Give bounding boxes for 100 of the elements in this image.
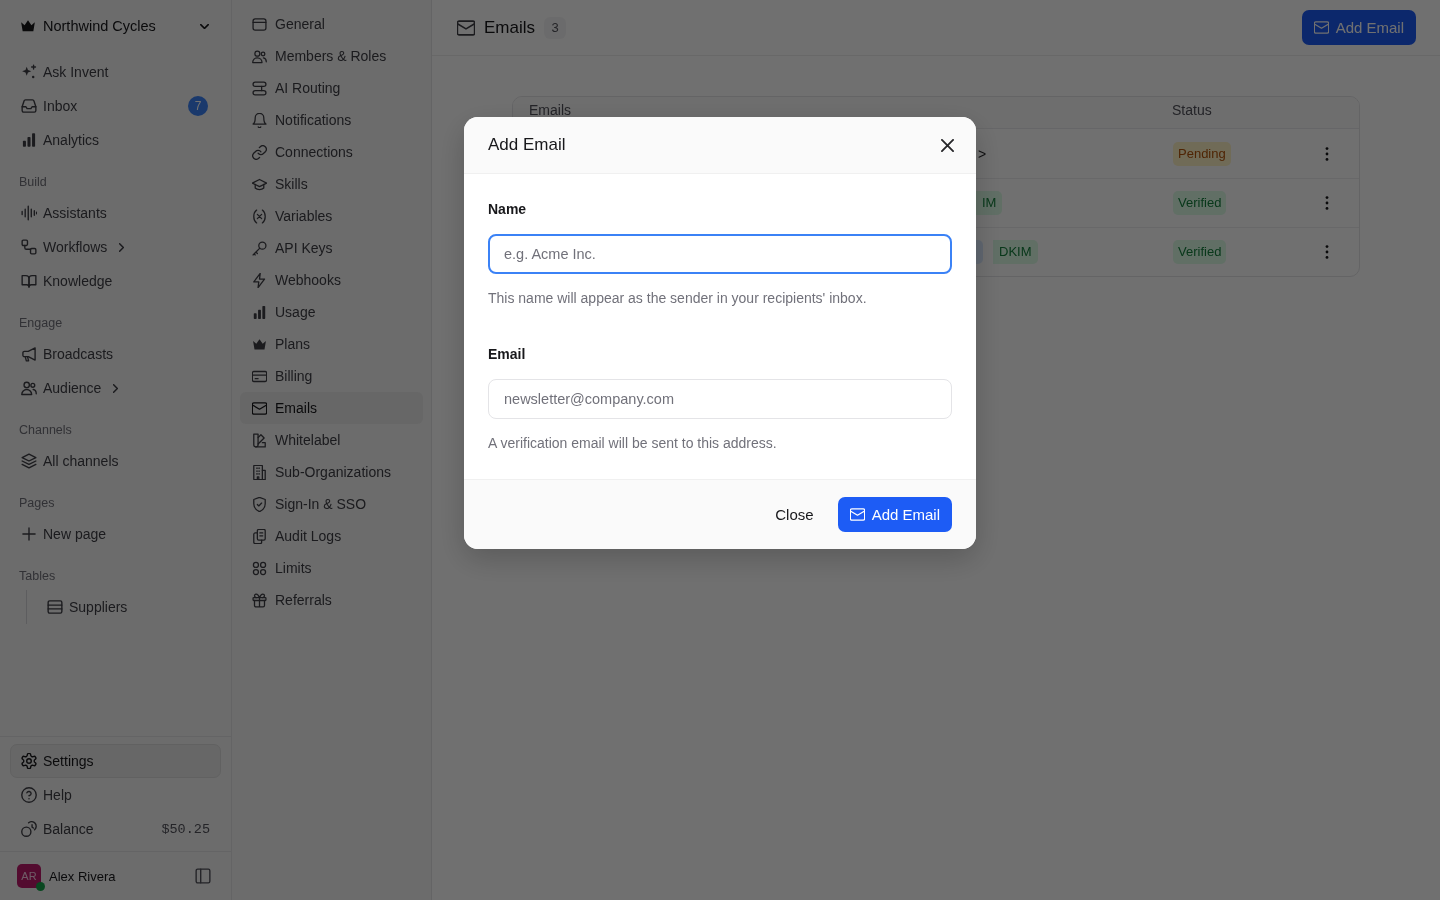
book-icon [21, 273, 37, 289]
settings-nav-item[interactable]: Notifications [240, 104, 423, 136]
page-title: Emails [484, 17, 535, 38]
field-label: Email [488, 345, 527, 364]
key-icon [252, 240, 267, 256]
section-label: Pages [18, 495, 56, 512]
dialog-title: Add Email [488, 135, 566, 155]
waveform-icon [21, 205, 37, 221]
link-icon [252, 144, 267, 160]
nav-item[interactable]: Balance $50.25 [10, 812, 221, 846]
gift-icon [252, 592, 267, 608]
avatar: AR [17, 864, 41, 888]
credit-card-icon [252, 368, 267, 384]
mail-icon [252, 400, 267, 416]
bar-chart-icon [21, 132, 37, 148]
settings-nav-item[interactable]: Whitelabel [240, 424, 423, 456]
settings-nav-item[interactable]: General [240, 8, 423, 40]
tag: DKIM [993, 240, 1038, 264]
settings-nav-item[interactable]: Skills [240, 168, 423, 200]
nav-item[interactable]: Help [10, 778, 221, 812]
megaphone-icon [21, 346, 37, 362]
nav-item[interactable]: Ask Invent [10, 55, 221, 89]
nav-item[interactable]: Knowledge [10, 264, 221, 298]
settings-nav-item[interactable]: Sub-Organizations [240, 456, 423, 488]
add-email-button[interactable]: Add Email [1301, 10, 1416, 45]
more-icon[interactable] [1325, 245, 1329, 259]
nav-item[interactable]: Workflows [10, 230, 221, 264]
section-label: Channels [18, 422, 73, 439]
field-label: Name [488, 200, 528, 219]
add-email-button[interactable]: Add Email [837, 497, 952, 532]
more-icon[interactable] [1325, 196, 1329, 210]
tag: IM [976, 191, 1003, 215]
nav-item[interactable]: Audience [10, 371, 221, 405]
mail-icon [457, 18, 475, 37]
sidebar-toggle-icon[interactable] [195, 868, 211, 884]
inbox-icon [21, 98, 37, 114]
settings-nav-item[interactable]: Connections [240, 136, 423, 168]
settings-nav-item[interactable]: Billing [240, 360, 423, 392]
settings-nav-item[interactable]: Limits [240, 552, 423, 584]
settings-nav-item[interactable]: Referrals [240, 584, 423, 616]
circles-grid-icon [252, 560, 267, 576]
count-badge: 7 [188, 96, 208, 116]
email-text: > [978, 145, 987, 162]
status-badge: Verified [1173, 191, 1227, 215]
balance-amount: $50.25 [161, 821, 210, 837]
nav-item[interactable]: Analytics [10, 123, 221, 157]
settings-nav-item[interactable]: Variables [240, 200, 423, 232]
help-icon [21, 787, 37, 803]
settings-nav-item[interactable]: Audit Logs [240, 520, 423, 552]
files-icon [252, 528, 267, 544]
status-badge: Verified [1173, 240, 1227, 264]
nav-item[interactable]: All channels [10, 444, 221, 478]
settings-nav-item[interactable]: Sign-In & SSO [240, 488, 423, 520]
users-icon [21, 380, 37, 396]
settings-nav-item[interactable]: Plans [240, 328, 423, 360]
nav-item[interactable]: Settings [10, 744, 221, 778]
settings-icon [21, 753, 37, 769]
settings-nav-item[interactable]: Emails [240, 392, 423, 424]
tag-edge [976, 240, 983, 264]
layers-icon [21, 453, 37, 469]
column-header: Status [1172, 103, 1212, 117]
lightning-icon [252, 272, 267, 288]
bell-icon [252, 112, 267, 128]
table-icon [47, 599, 63, 615]
nav-item[interactable]: New page [10, 517, 221, 551]
settings-nav-item[interactable]: AI Routing [240, 72, 423, 104]
plus-icon [21, 526, 37, 542]
nav-item[interactable]: Suppliers [36, 590, 221, 624]
settings-nav-item[interactable]: Webhooks [240, 264, 423, 296]
user-name: Alex Rivera [49, 868, 117, 884]
settings-nav-item[interactable]: Usage [240, 296, 423, 328]
status-badge: Pending [1173, 141, 1231, 166]
count-badge: 3 [544, 16, 566, 39]
bar-chart-icon [252, 304, 267, 320]
section-label: Engage [18, 315, 64, 332]
workflow-icon [21, 239, 37, 255]
variable-icon [252, 208, 267, 224]
graduation-cap-icon [252, 176, 267, 192]
nav-item[interactable]: Assistants [10, 196, 221, 230]
settings-nav-item[interactable]: Members & Roles [240, 40, 423, 72]
text-field[interactable]: e.g. Acme Inc. [488, 234, 952, 274]
close-icon[interactable] [941, 138, 954, 152]
building-icon [252, 464, 267, 480]
field-hint: This name will appear as the sender in your recipients' inbox. [488, 289, 868, 308]
more-icon[interactable] [1325, 146, 1329, 161]
crown-icon [20, 18, 36, 34]
mail-icon [849, 507, 865, 522]
route-icon [252, 80, 267, 96]
section-label: Tables [18, 568, 57, 585]
workspace-switcher[interactable]: Northwind Cycles [10, 0, 221, 52]
settings-nav-item[interactable]: API Keys [240, 232, 423, 264]
window-icon [252, 16, 267, 32]
nav-item[interactable]: Inbox 7 [10, 89, 221, 123]
close-button[interactable]: Close [759, 497, 830, 532]
column-header: Emails [529, 103, 571, 117]
crown-icon [252, 336, 267, 352]
users-icon [252, 48, 267, 64]
section-label: Build [18, 174, 48, 191]
shield-check-icon [252, 496, 267, 512]
nav-item[interactable]: Broadcasts [10, 337, 221, 371]
